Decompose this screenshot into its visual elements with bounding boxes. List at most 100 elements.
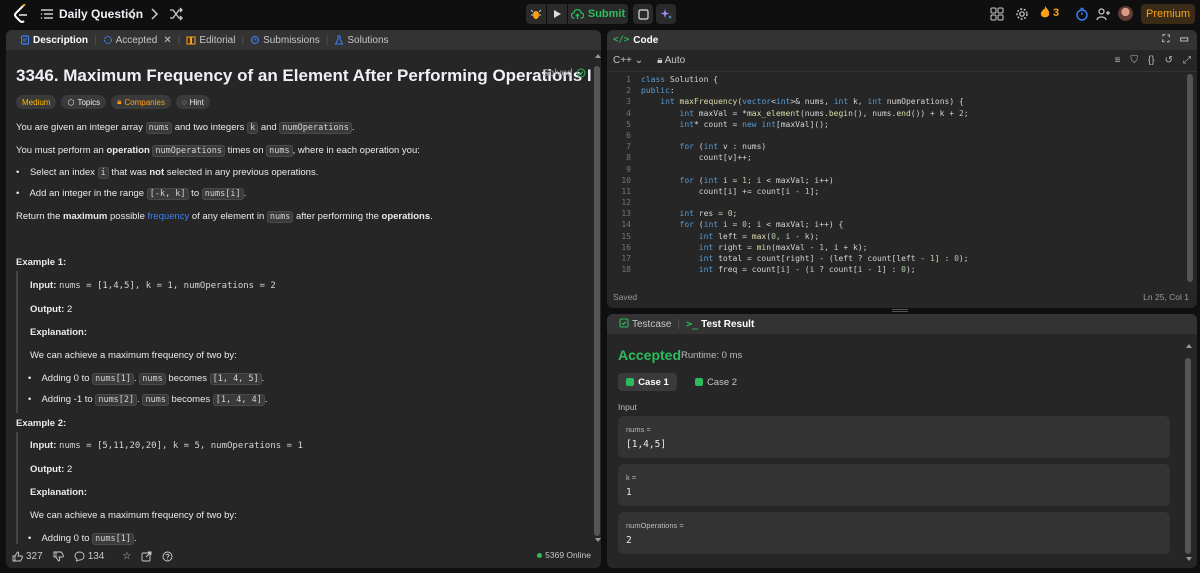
shuffle-icon[interactable]: [168, 6, 184, 22]
code-line[interactable]: 15 int left = max(0, i - k);: [607, 231, 1183, 242]
line-number: 18: [621, 265, 631, 275]
chevron-right-icon[interactable]: [146, 6, 162, 22]
scrollbar-thumb[interactable]: [594, 66, 600, 536]
code-line[interactable]: 10 for (int i = 1; i < maxVal; i++): [607, 175, 1183, 186]
tab-description[interactable]: Description: [14, 35, 94, 46]
text: becomes: [165, 373, 210, 384]
tab-test-result[interactable]: >_ Test Result: [680, 319, 760, 330]
scrollbar-thumb[interactable]: [1187, 74, 1193, 282]
topics-chip[interactable]: ⬡ Topics: [61, 95, 107, 109]
code-line[interactable]: 16 int right = min(maxVal - 1, i + k);: [607, 242, 1183, 253]
reset-icon[interactable]: ↺: [1165, 55, 1173, 66]
case-1-label: Case 1: [638, 376, 669, 388]
code-editor[interactable]: 1 class Solution {2 public: 3 int maxFreque…: [607, 74, 1183, 282]
code-line[interactable]: 12: [607, 197, 1183, 208]
format-icon[interactable]: ≡: [1115, 55, 1121, 66]
result-status: Accepted: [618, 347, 682, 363]
tab-accepted[interactable]: Accepted ✕: [97, 35, 178, 46]
text: Select an index: [29, 167, 98, 178]
code-line[interactable]: 17 int total = count[right] - (left ? co…: [607, 253, 1183, 264]
scroll-down-icon[interactable]: [1186, 557, 1192, 561]
scroll-up-icon[interactable]: [595, 54, 601, 58]
list-item: Adding -1 to nums[2]. nums becomes [1, 4…: [28, 394, 267, 406]
list-item: Adding 0 to nums[1]. nums becomes [1, 4,…: [28, 373, 264, 385]
chevron-left-icon[interactable]: [124, 6, 140, 22]
run-play-icon[interactable]: [547, 4, 567, 24]
companies-chip[interactable]: 🔒︎ Companies: [111, 95, 171, 109]
gear-icon[interactable]: [1015, 7, 1029, 21]
dislike-button[interactable]: [53, 551, 64, 562]
code-line[interactable]: 13 int res = 0;: [607, 208, 1183, 219]
inline-code: numOperations: [279, 122, 352, 134]
scroll-down-icon[interactable]: [595, 538, 601, 542]
code-line[interactable]: 4 int maxVal = *max_element(nums.begin()…: [607, 108, 1183, 119]
timer-icon[interactable]: [1074, 6, 1090, 22]
difficulty-badge[interactable]: Medium: [16, 95, 57, 109]
star-icon[interactable]: ☆: [122, 551, 131, 562]
document-icon: [20, 35, 30, 45]
code-line[interactable]: 7 for (int v : nums): [607, 141, 1183, 152]
scroll-up-icon[interactable]: [1186, 344, 1192, 348]
line-number: 5: [626, 119, 631, 129]
code-line[interactable]: 3 int maxFrequency(vector<int>& nums, in…: [607, 96, 1183, 107]
tab-solutions[interactable]: Solutions: [328, 35, 394, 46]
tab-testcase[interactable]: Testcase: [613, 317, 677, 331]
code-tool-actions: ≡ ⛉ {} ↺ ⤢: [1115, 55, 1191, 66]
notes-icon[interactable]: [633, 4, 653, 24]
share-icon[interactable]: [141, 551, 152, 562]
check-icon: [694, 378, 703, 386]
submit-button[interactable]: Submit: [568, 4, 628, 24]
cursor-position: Ln 25, Col 1: [1143, 292, 1189, 302]
close-icon[interactable]: ✕: [163, 35, 171, 46]
case-1-tab[interactable]: Case 1: [618, 373, 677, 391]
layout-grid-icon[interactable]: [990, 7, 1004, 21]
premium-button[interactable]: Premium: [1141, 4, 1195, 24]
language-select[interactable]: C++ ⌄: [613, 55, 643, 66]
comments-button[interactable]: 134: [74, 551, 104, 562]
like-button[interactable]: 327: [12, 551, 43, 562]
code-line[interactable]: 2 public:: [607, 85, 1183, 96]
input-value[interactable]: 1: [626, 487, 632, 498]
bookmark-icon[interactable]: ⛉: [1130, 55, 1138, 66]
code-line[interactable]: 18 int freq = count[i] - (i ? count[i - …: [607, 264, 1183, 275]
fullscreen-icon[interactable]: ⤢: [1183, 55, 1191, 66]
example-input: Input: nums = [1,4,5], k = 1, numOperati…: [30, 280, 276, 291]
code-line[interactable]: 6: [607, 130, 1183, 141]
code-line[interactable]: 11 count[i] += count[i - 1];: [607, 186, 1183, 197]
avatar[interactable]: [1118, 6, 1133, 21]
window-icon[interactable]: ▭: [1180, 34, 1189, 45]
help-icon[interactable]: [162, 551, 173, 562]
case-2-tab[interactable]: Case 2: [691, 373, 741, 391]
code-line[interactable]: 14 for (int i = 0; i < maxVal; i++) {: [607, 219, 1183, 230]
auto-mode-toggle[interactable]: 🔒︎ Auto: [657, 55, 685, 66]
expand-icon[interactable]: ⛶: [1163, 34, 1170, 45]
hint-chip[interactable]: ◌ Hint: [175, 95, 210, 109]
tab-submissions[interactable]: Submissions: [244, 35, 326, 46]
code-line[interactable]: 5 int* count = new int[maxVal]();: [607, 119, 1183, 130]
scrollbar-thumb[interactable]: [1185, 358, 1191, 554]
text: Adding 0 to: [41, 373, 93, 384]
add-user-icon[interactable]: [1095, 6, 1111, 22]
debug-icon[interactable]: [526, 4, 546, 24]
frequency-link[interactable]: frequency: [148, 211, 190, 222]
tab-editorial[interactable]: Editorial: [180, 35, 241, 46]
code-line[interactable]: 8 count[v]++;: [607, 152, 1183, 163]
problem-list-icon[interactable]: [40, 7, 54, 21]
result-tabs: Testcase | >_ Test Result: [607, 314, 1197, 334]
input-value[interactable]: 2: [626, 535, 632, 546]
code-line[interactable]: 9: [607, 164, 1183, 175]
list-item: Add an integer in the range [-k, k] to n…: [16, 187, 246, 201]
line-number: 15: [621, 231, 631, 241]
braces-icon[interactable]: {}: [1148, 55, 1155, 66]
leetcode-logo-icon[interactable]: [12, 4, 30, 24]
input-value[interactable]: [1,4,5]: [626, 439, 666, 450]
problem-title[interactable]: 3346. Maximum Frequency of an Element Af…: [16, 66, 592, 86]
ai-sparkle-icon[interactable]: [656, 4, 676, 24]
code-line[interactable]: 1 class Solution {: [607, 74, 1183, 85]
streak-counter[interactable]: 3: [1040, 6, 1059, 19]
line-number: 11: [621, 186, 631, 196]
thumbs-down-icon: [53, 551, 64, 561]
resize-handle[interactable]: [892, 309, 908, 312]
bold-text: operations: [381, 211, 431, 222]
tag-icon: ⬡: [67, 97, 75, 107]
